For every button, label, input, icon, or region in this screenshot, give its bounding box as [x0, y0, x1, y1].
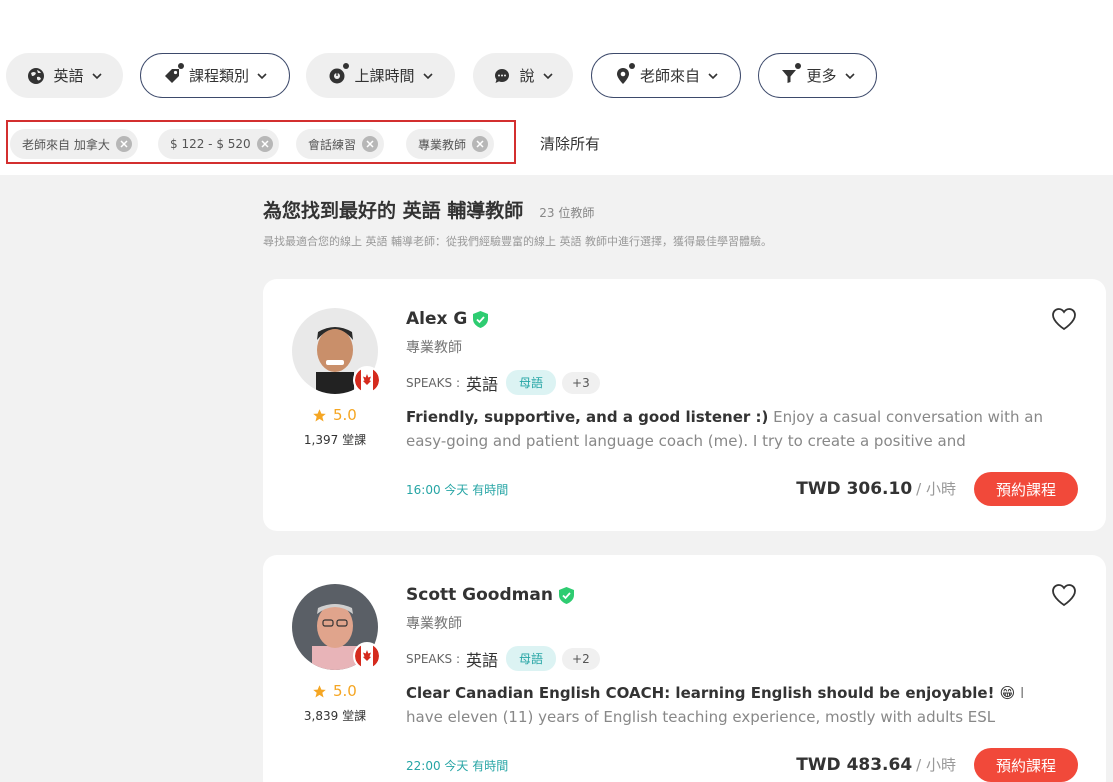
filter-language-label: 英語: [53, 67, 84, 85]
clear-all-link[interactable]: 清除所有: [540, 133, 600, 154]
filter-country-button[interactable]: 老師來自: [591, 53, 741, 98]
native-badge: 母語: [506, 370, 557, 395]
funnel-icon: [780, 62, 802, 85]
filter-language-button[interactable]: 英語: [6, 53, 123, 98]
chevron-down-icon: [708, 71, 718, 81]
availability-text: 16:00 今天 有時間: [406, 483, 509, 497]
filter-bar: 英語 課程類別 上課時間 說 老師來自 更多 老師來自 加拿大 $ 122 - …: [0, 0, 1113, 175]
price-amount: TWD 306.10: [796, 479, 913, 499]
filter-active-dot: [628, 62, 635, 69]
filter-time-label: 上課時間: [354, 67, 415, 85]
tutor-role: 專業教師: [406, 616, 462, 632]
favorite-heart-icon[interactable]: [1051, 307, 1077, 331]
chevron-down-icon: [844, 71, 855, 81]
rating-value: 5.0: [333, 406, 357, 424]
rating-value: 5.0: [333, 682, 357, 700]
chevron-down-icon: [257, 71, 267, 81]
spoken-language: 英語: [466, 374, 499, 394]
price-unit: / 小時: [916, 480, 956, 498]
tutor-name[interactable]: Alex G: [406, 309, 489, 329]
tutor-headline: Friendly, supportive, and a good listene…: [406, 408, 769, 426]
tutor-name-text: Scott Goodman: [406, 585, 553, 605]
page-title: 為您找到最好的 英語 輔導教師: [263, 200, 524, 222]
speaks-label: SPEAKS :: [406, 375, 460, 390]
remove-chip-icon[interactable]: [115, 136, 132, 152]
globe-icon: [27, 67, 45, 85]
tutor-avatar-wrap: [292, 584, 381, 670]
filter-speaks-button[interactable]: 說: [473, 53, 573, 98]
book-lesson-button[interactable]: 預約課程: [974, 472, 1078, 506]
clock-icon: [328, 62, 350, 85]
chip-label: 會話練習: [308, 137, 357, 152]
active-filter-chip[interactable]: $ 122 - $ 520: [158, 129, 279, 159]
remove-chip-icon[interactable]: [472, 136, 489, 152]
lesson-count: 3,839 堂課: [303, 709, 367, 723]
chip-label: $ 122 - $ 520: [170, 137, 251, 151]
results-heading: 為您找到最好的 英語 輔導教師 23 位教師: [263, 196, 594, 223]
chip-label: 老師來自 加拿大: [22, 137, 110, 152]
tutor-role: 專業教師: [406, 340, 462, 356]
tutor-description: Clear Canadian English COACH: learning E…: [406, 681, 1058, 729]
remove-chip-icon[interactable]: [362, 136, 379, 152]
filter-more-button[interactable]: 更多: [758, 53, 877, 98]
chat-icon: [493, 67, 511, 85]
filter-speaks-label: 說: [519, 67, 535, 85]
active-filter-chip[interactable]: 老師來自 加拿大: [10, 129, 138, 159]
filter-more-label: 更多: [806, 67, 837, 85]
active-filter-chip[interactable]: 會話練習: [296, 129, 385, 159]
favorite-heart-icon[interactable]: [1051, 583, 1077, 607]
location-pin-icon: [614, 62, 635, 85]
tutor-avatar-wrap: [292, 308, 381, 394]
star-icon: [312, 684, 327, 699]
star-icon: [312, 408, 327, 423]
tutor-price: TWD 483.64 / 小時: [796, 754, 956, 775]
filter-time-button[interactable]: 上課時間: [306, 53, 455, 98]
tutor-card[interactable]: 5.0 1,397 堂課 Alex G 專業教師 SPEAKS : 英語 母語 …: [263, 279, 1106, 531]
chip-label: 專業教師: [418, 137, 467, 152]
tutor-price: TWD 306.10 / 小時: [796, 478, 956, 499]
tutor-speaks: SPEAKS : 英語 母語 +2: [406, 646, 600, 671]
canada-flag-icon: [353, 366, 381, 394]
availability-text: 22:00 今天 有時間: [406, 759, 509, 773]
filter-active-dot: [343, 62, 350, 69]
chevron-down-icon: [91, 71, 102, 81]
filter-active-dot: [795, 62, 802, 69]
chevron-down-icon: [542, 71, 553, 81]
native-badge: 母語: [506, 646, 557, 671]
spoken-language: 英語: [466, 650, 499, 670]
page-subtitle: 尋找最適合您的線上 英語 輔導老師：從我們經驗豐富的線上 英語 教師中進行選擇，…: [263, 235, 772, 248]
canada-flag-icon: [353, 642, 381, 670]
verified-badge-icon: [558, 586, 574, 604]
filter-category-button[interactable]: 課程類別: [140, 53, 290, 98]
price-amount: TWD 483.64: [796, 755, 913, 775]
tutor-rating: 5.0: [312, 682, 357, 700]
tutor-name-text: Alex G: [406, 309, 468, 329]
lesson-count: 1,397 堂課: [303, 433, 367, 447]
active-filter-chip[interactable]: 專業教師: [406, 129, 495, 159]
filter-active-dot: [177, 62, 184, 69]
results-count: 23 位教師: [539, 206, 595, 220]
more-languages-badge[interactable]: +2: [562, 647, 600, 670]
tutor-name[interactable]: Scott Goodman: [406, 585, 574, 605]
price-unit: / 小時: [916, 756, 956, 774]
tag-icon: [163, 62, 184, 85]
active-filters-highlight: 老師來自 加拿大 $ 122 - $ 520 會話練習 專業教師: [6, 120, 516, 164]
more-languages-badge[interactable]: +3: [562, 371, 600, 394]
filter-category-label: 課程類別: [188, 67, 249, 85]
filter-country-label: 老師來自: [639, 67, 700, 85]
speaks-label: SPEAKS :: [406, 651, 460, 666]
tutor-rating: 5.0: [312, 406, 357, 424]
remove-chip-icon[interactable]: [256, 136, 273, 152]
tutor-headline: Clear Canadian English COACH: learning E…: [406, 684, 1016, 702]
tutor-card[interactable]: 5.0 3,839 堂課 Scott Goodman 專業教師 SPEAKS :…: [263, 555, 1106, 782]
tutor-description: Friendly, supportive, and a good listene…: [406, 405, 1058, 453]
tutor-speaks: SPEAKS : 英語 母語 +3: [406, 370, 600, 395]
chevron-down-icon: [422, 71, 433, 81]
book-lesson-button[interactable]: 預約課程: [974, 748, 1078, 782]
verified-badge-icon: [473, 310, 489, 328]
